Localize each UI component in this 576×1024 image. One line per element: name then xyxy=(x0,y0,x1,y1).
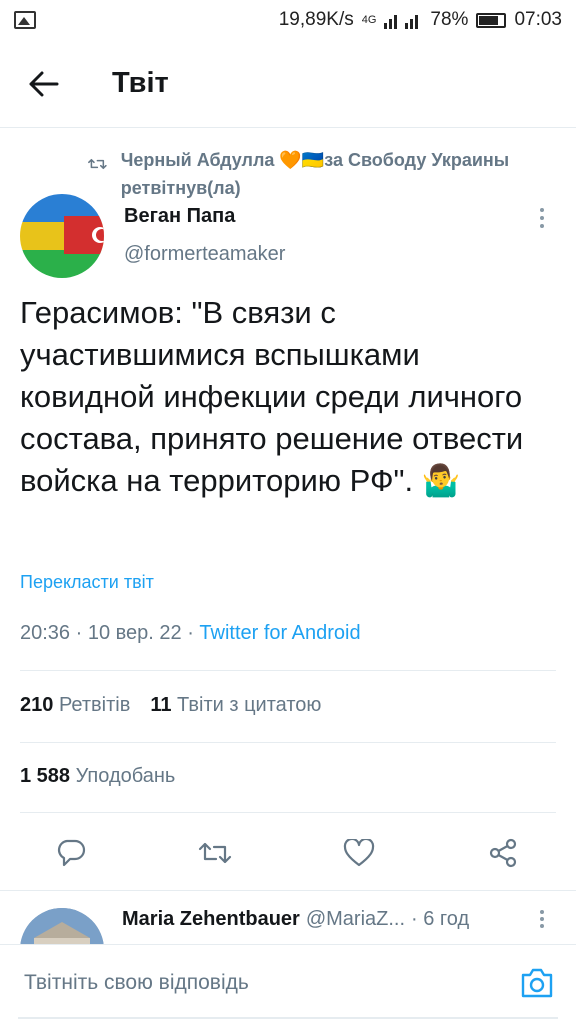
share-button[interactable] xyxy=(486,836,520,870)
divider xyxy=(20,670,556,671)
status-right: 19,89K/s 4G 78% 07:03 xyxy=(279,9,562,31)
retweet-button[interactable] xyxy=(198,836,232,870)
quotes-count: 11 xyxy=(150,694,172,716)
author-handle[interactable]: @formerteamaker xyxy=(124,243,285,266)
tweet-meta: 20:36 · 10 вер. 22 · Twitter for Android xyxy=(20,622,361,645)
reply-header: Maria Zehentbauer @MariaZ... · 6 год xyxy=(122,908,469,931)
author-name[interactable]: Веган Папа xyxy=(124,205,235,228)
share-icon xyxy=(489,838,517,868)
clock: 07:03 xyxy=(514,9,562,30)
tweet-actions xyxy=(0,826,576,878)
camera-button[interactable] xyxy=(520,967,554,1001)
back-button[interactable] xyxy=(24,64,64,104)
tweet-time: 20:36 · 10 вер. 22 · xyxy=(20,622,200,644)
retweeted-by-text[interactable]: Черный Абдулла 🧡🇺🇦за Свободу Украины рет… xyxy=(121,146,558,202)
retweet-icon xyxy=(198,842,232,864)
reply-author-handle[interactable]: @MariaZ... xyxy=(306,908,405,931)
signal-icon xyxy=(384,15,419,29)
quotes-stat[interactable]: 11 Твіти з цитатою xyxy=(150,694,321,717)
more-options-icon[interactable] xyxy=(536,206,548,230)
tweet-source-link[interactable]: Twitter for Android xyxy=(199,622,360,644)
retweets-stat[interactable]: 210 Ретвітів xyxy=(20,694,130,717)
retweets-count: 210 xyxy=(20,694,54,716)
translate-link[interactable]: Перекласти твіт xyxy=(20,572,154,593)
tweet-text: Герасимов: "В связи с участившимися вспы… xyxy=(20,295,524,498)
retweet-context: Черный Абдулла 🧡🇺🇦за Свободу Украины рет… xyxy=(88,146,558,202)
flag-avatar-image xyxy=(20,194,104,278)
quotes-label: Твіти з цитатою xyxy=(177,694,322,716)
camera-icon xyxy=(521,968,553,998)
retweets-label: Ретвітів xyxy=(58,694,131,716)
battery-percent: 78% xyxy=(430,9,469,30)
composer-underline xyxy=(18,1017,558,1019)
app-header: Твіт xyxy=(0,40,576,128)
author-avatar[interactable] xyxy=(20,194,104,278)
divider xyxy=(20,812,556,813)
reply-time: · 6 год xyxy=(411,908,470,930)
reply-composer: Твітніть свою відповідь xyxy=(0,944,576,1024)
reply-author-name[interactable]: Maria Zehentbauer xyxy=(122,908,300,931)
retweet-icon xyxy=(88,158,107,170)
divider xyxy=(0,890,576,891)
reply-more-options-icon[interactable] xyxy=(536,908,548,930)
network-speed: 19,89K/s xyxy=(278,9,354,30)
gallery-notification-icon xyxy=(14,11,36,29)
heart-icon xyxy=(343,839,375,867)
divider xyxy=(20,742,556,743)
reply-button[interactable] xyxy=(54,836,88,870)
page-title: Твіт xyxy=(112,67,169,99)
reply-input[interactable]: Твітніть свою відповідь xyxy=(24,971,249,995)
network-type: 4G xyxy=(361,14,377,26)
likes-count: 1 588 xyxy=(20,765,71,787)
retweet-stats: 210 Ретвітів 11 Твіти з цитатою xyxy=(20,694,321,717)
likes-stat[interactable]: 1 588 Уподобань xyxy=(20,765,175,788)
like-button[interactable] xyxy=(342,836,376,870)
likes-label: Уподобань xyxy=(75,765,176,787)
battery-icon xyxy=(476,12,507,28)
status-bar: 19,89K/s 4G 78% 07:03 xyxy=(0,0,576,40)
arrow-left-icon xyxy=(29,71,59,96)
reply-icon xyxy=(57,839,86,867)
